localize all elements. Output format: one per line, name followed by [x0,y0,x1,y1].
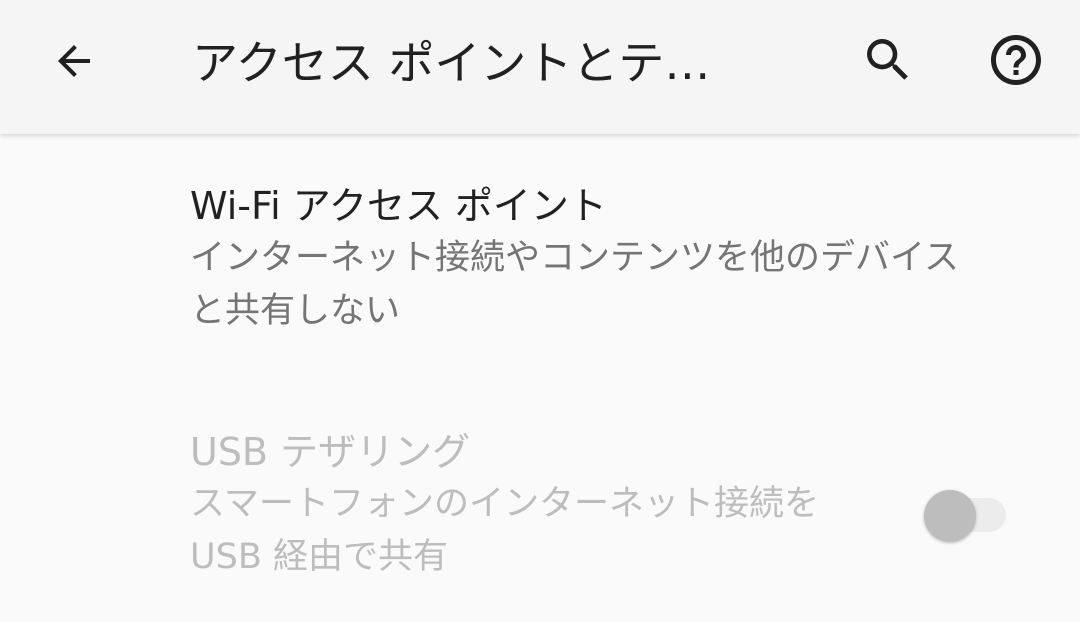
switch-thumb [924,490,976,542]
search-button[interactable] [852,26,924,98]
usb-tethering-switch[interactable] [920,480,1012,542]
help-circle-icon [986,30,1046,94]
preferences-list: Wi-Fi アクセス ポイント インターネット接続やコンテンツを他のデバイス と… [0,134,1080,622]
preference-summary: インターネット接続やコンテンツを他のデバイス と共有しない [190,238,959,331]
help-button[interactable] [980,26,1052,98]
usb-tethering-preference: USB テザリング スマートフォンのインターネット接続を USB 経由で共有 [0,404,1080,622]
search-icon [860,32,916,92]
preference-title: Wi-Fi アクセス ポイント [190,184,607,228]
arrow-back-icon [50,37,98,89]
preference-summary: スマートフォンのインターネット接続を USB 経由で共有 [190,484,819,577]
back-button[interactable] [38,27,110,99]
preference-title: USB テザリング [190,430,471,474]
wifi-hotspot-preference[interactable]: Wi-Fi アクセス ポイント インターネット接続やコンテンツを他のデバイス と… [0,134,1080,364]
app-bar: アクセス ポイントとテ… [0,0,1080,134]
page-title: アクセス ポイントとテ… [192,36,711,90]
